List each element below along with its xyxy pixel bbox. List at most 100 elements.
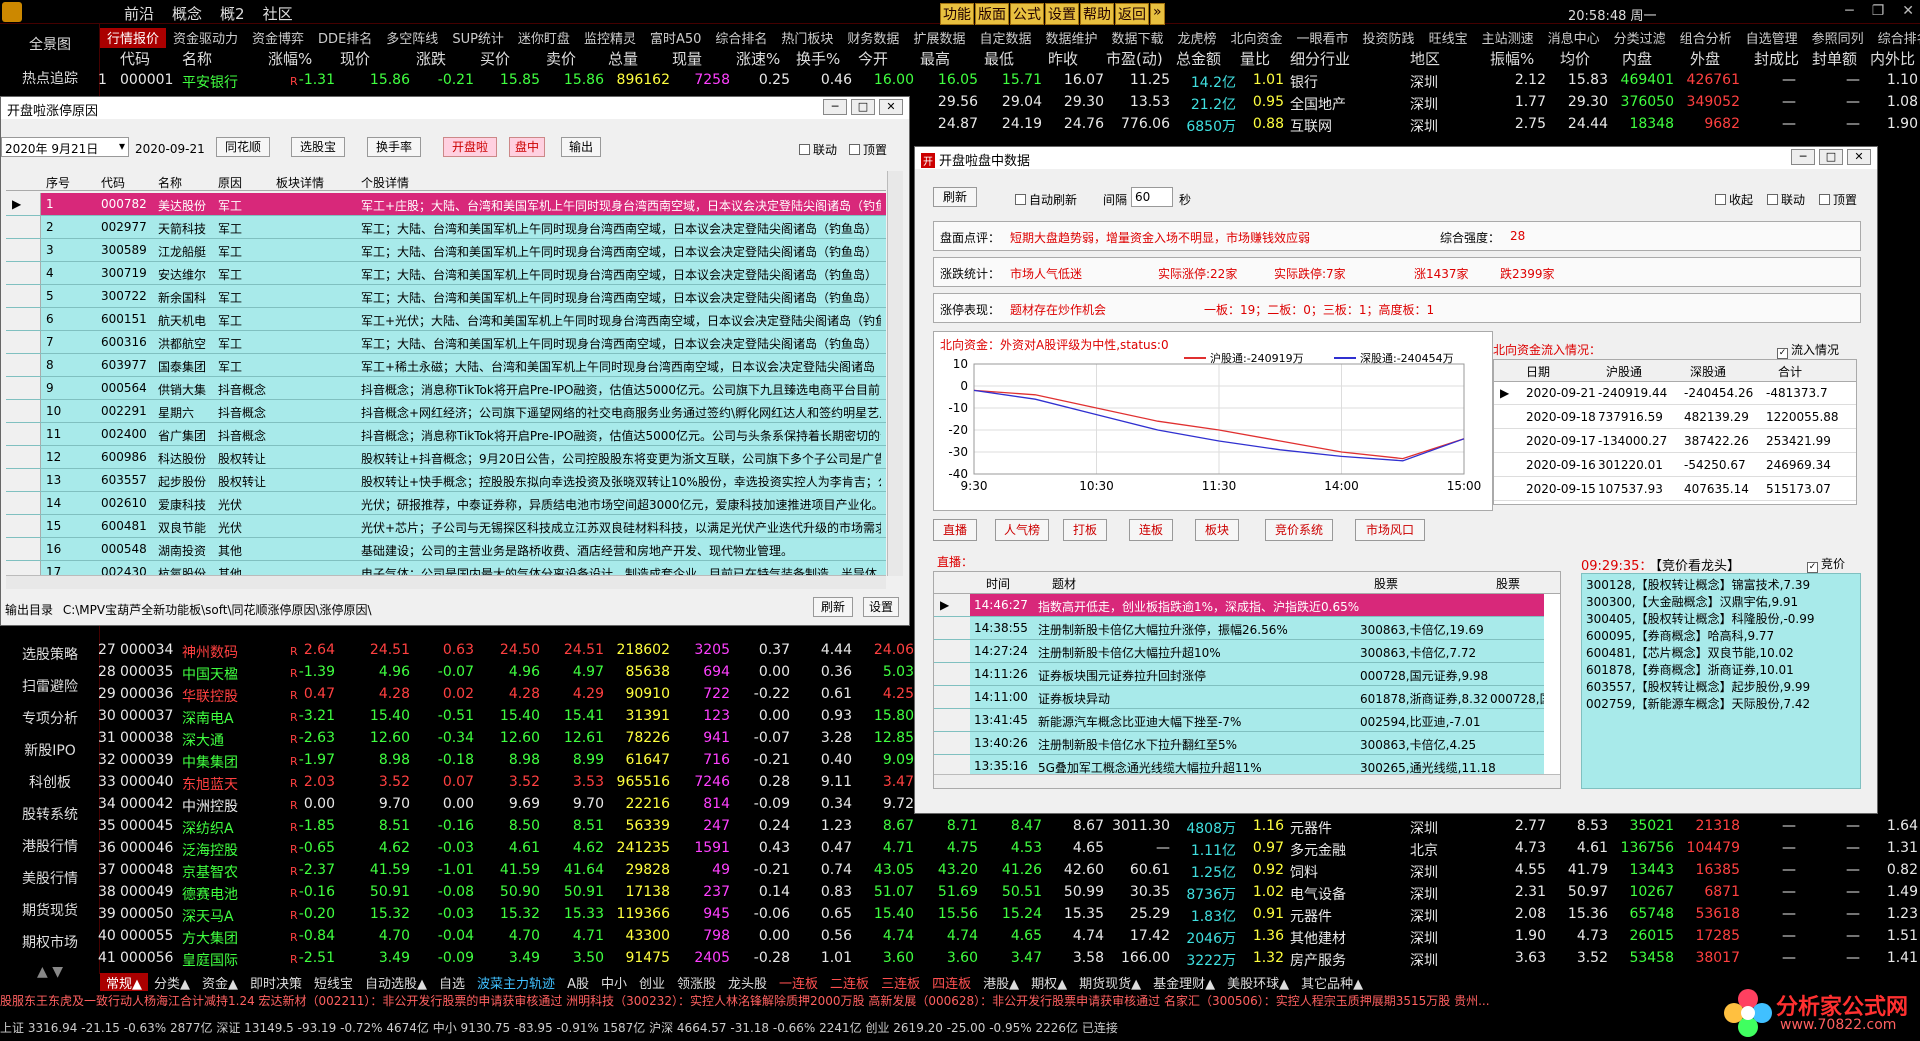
live-row[interactable]: ▶ 14:46:27 指数高开低走，创业板指跌逾1%，深成指、沪指跌近0.65% [934,594,1544,617]
leftnav-item-kechuang[interactable]: 科创板 [0,772,100,792]
minimize-icon[interactable]: ─ [823,99,847,115]
menu-shequ[interactable]: 社区 [263,3,293,24]
table-row[interactable]: 16 000548 湖南投资 其他 基础建设；公司的主营业务是路桥收费、酒店经营和房地产… [6,538,886,561]
restore-icon[interactable]: □ [851,99,875,115]
leftnav-item-saolei[interactable]: 扫雷避险 [0,676,100,696]
auction-leader-item[interactable]: 603557,【股权转让概念】起步股份,9.99 [1586,679,1856,696]
flow-row[interactable]: ▶ 2020-09-21 -240919.44 -240454.26 -481373.7 [1494,382,1856,405]
table-row[interactable]: 11 002400 省广集团 抖音概念 抖音概念；消息称TikTok将开启Pre-IPO… [6,423,886,446]
auction-leader-item[interactable]: 300128,【股权转让概念】锦富技术,7.39 [1586,577,1856,594]
leftnav-item-ganggu[interactable]: 港股行情 [0,836,100,856]
column-header[interactable]: 细分行业 [1290,48,1350,69]
column-header[interactable]: 代码 [120,48,150,69]
bottom-tab[interactable]: 基金理财▲ [1147,973,1221,992]
menu-tab[interactable]: 龙虎榜 [1171,28,1224,48]
table-row[interactable]: 7 600316 洪都航空 军工 军工；大陆、台湾和美国军机上午同时现身台湾西南空域，日… [6,331,886,354]
menu-tab[interactable]: 迷你盯盘 [511,28,577,48]
row-header[interactable] [6,492,41,514]
link-checkbox[interactable]: 联动 [1767,191,1805,208]
close-icon[interactable]: ✕ [1902,3,1914,19]
column-header[interactable]: 地区 [1410,48,1440,69]
restore-icon[interactable]: □ [1819,149,1843,165]
row-header[interactable] [6,239,41,261]
menu-tab[interactable]: 自定数据 [972,28,1038,48]
auction-leader-item[interactable]: 600095,【券商概念】哈高科,9.77 [1586,628,1856,645]
bottom-tab[interactable]: 期货现货▲ [1073,973,1147,992]
view-tab[interactable]: 市场风口 [1355,519,1425,541]
column-header[interactable]: 涨速% [736,48,780,69]
table-row[interactable]: 8 603977 国泰集团 军工 军工+稀土永磁；大陆、台湾和美国军机上午同时现身台湾西… [6,354,886,377]
minimize-icon[interactable]: ─ [1845,3,1853,19]
menu-tab[interactable]: 一眼看市 [1290,28,1356,48]
restore-icon[interactable]: ❐ [1872,3,1885,19]
leftnav-item-quanjing[interactable]: 全景图 [0,34,100,54]
row-header[interactable] [6,469,41,491]
menu-tab[interactable]: 资金博弈 [245,28,311,48]
leftnav-item-ipo[interactable]: 新股IPO [0,740,100,760]
quote-row[interactable]: 37 000048 京基智农 -2.37 41.59 -1.01 41.59 41.64 298… [98,860,1920,882]
func-gongshi[interactable]: 公式 [1010,3,1044,25]
func-fanhui[interactable]: 返回 [1115,3,1149,25]
auction-leader-item[interactable]: 600481,【芯片概念】双良节能,10.02 [1586,645,1856,662]
row-header[interactable] [6,354,41,376]
menu-tab[interactable]: 多空阵线 [379,28,445,48]
menu-tab[interactable]: 数据下载 [1104,28,1170,48]
bottom-tab[interactable]: 其它品种▲ [1295,973,1369,992]
row-header[interactable] [6,331,41,353]
flow-row[interactable]: 2020-09-15 107537.93 407635.14 515173.07 [1494,478,1856,501]
menu-tab[interactable]: 行情报价 [100,28,167,48]
row-header[interactable] [6,446,41,468]
view-tab[interactable]: 连板 [1129,519,1173,541]
table-row[interactable]: 9 000564 供销大集 抖音概念 抖音概念；消息称TikTok将开启Pre-IPO融… [6,377,886,400]
menu-tab[interactable]: DDE排名 [311,28,379,48]
column-header[interactable]: 卖价 [546,48,576,69]
bottom-tab[interactable]: 期权▲ [1025,973,1073,992]
auction-checkbox[interactable]: ✓ 竞价 [1807,555,1845,573]
view-tab[interactable]: 人气榜 [995,519,1049,541]
live-row[interactable]: 14:11:26 证券板块围元证券拉升回封涨停 000728,国元证券,9.98 [934,663,1544,686]
table-row[interactable]: 5 300722 新余国科 军工 军工；大陆、台湾和美国军机上午同时现身台湾西南空域，日… [6,285,886,308]
pin-checkbox[interactable]: 顶置 [849,141,887,158]
menu-tab[interactable]: 监控精灵 [577,28,643,48]
column-header[interactable]: 现量 [672,48,702,69]
live-row[interactable]: 13:40:26 注册制新股卡倍亿水下拉升翻红至5% 300863,卡倍亿,4.25 [934,732,1544,755]
vertical-scrollbar[interactable] [887,171,903,576]
quote-row[interactable]: 1 000001 平安银行 -1.31 15.86 -0.21 15.85 15.86 8961… [98,70,1920,92]
refresh-button[interactable]: 刷新 [933,187,977,207]
live-row[interactable]: 14:11:00 证券板块异动 601878,浙商证券,8.32000728,国 [934,686,1544,709]
bottom-tab[interactable]: 一连板 [773,973,824,992]
horizontal-scrollbar[interactable] [934,774,1560,788]
func-banmian[interactable]: 版面 [975,3,1009,25]
menu-tab[interactable]: 热门板块 [774,28,840,48]
table-row[interactable]: 15 600481 双良节能 光伏 光伏+芯片；子公司与无锡探区科技成立江苏双良硅材料科… [6,515,886,538]
column-header[interactable]: 涨跌 [416,48,446,69]
bottom-tab[interactable]: 中小 [595,973,633,992]
bottom-tab[interactable]: 三连板 [875,973,926,992]
pin-checkbox[interactable]: 顶置 [1819,191,1857,208]
auction-leader-item[interactable]: 300300,【大金融概念】汉鼎宇佑,9.91 [1586,594,1856,611]
news-ticker[interactable]: 股服东王东虎及一致行动人杨海江合计减持1.24 宏达新材（002211）：非公开… [0,992,1620,1012]
col-stock-detail[interactable]: 个股详情 [361,174,409,191]
row-header[interactable] [934,640,970,662]
menu-qianyan[interactable]: 前沿 [124,3,154,24]
bottom-tab[interactable]: 创业 [633,973,671,992]
menu-gai2[interactable]: 概2 [220,3,245,24]
row-header[interactable] [6,400,41,422]
bottom-tab[interactable]: 四连板 [926,973,977,992]
leftnav-item-meigu[interactable]: 美股行情 [0,868,100,888]
quote-row[interactable]: 39 000050 深天马A -0.20 15.32 -0.03 15.32 15.33 119… [98,904,1920,926]
column-header[interactable]: 最低 [984,48,1014,69]
bottom-tab[interactable]: A股 [561,973,595,992]
bottom-tab[interactable]: 二连板 [824,973,875,992]
column-header[interactable]: 市盈(动) [1106,48,1163,69]
turnover-button[interactable]: 换手率 [367,137,421,157]
view-tab[interactable]: 竞价系统 [1265,519,1333,541]
menu-tab[interactable]: 富时A50 [643,28,708,48]
menu-tab[interactable]: 财务数据 [840,28,906,48]
bottom-tab[interactable]: 波菜主力轨迹 [471,973,561,992]
quote-row[interactable]: 41 000056 皇庭国际 -2.51 3.49 -0.09 3.49 3.50 91475 2… [98,948,1920,970]
auto-refresh-checkbox[interactable]: 自动刷新 [1015,191,1077,208]
bottom-tab[interactable]: 常规▲ [100,973,148,992]
menu-tab[interactable]: 参照同列 [1805,28,1871,48]
column-header[interactable]: 今开 [858,48,888,69]
